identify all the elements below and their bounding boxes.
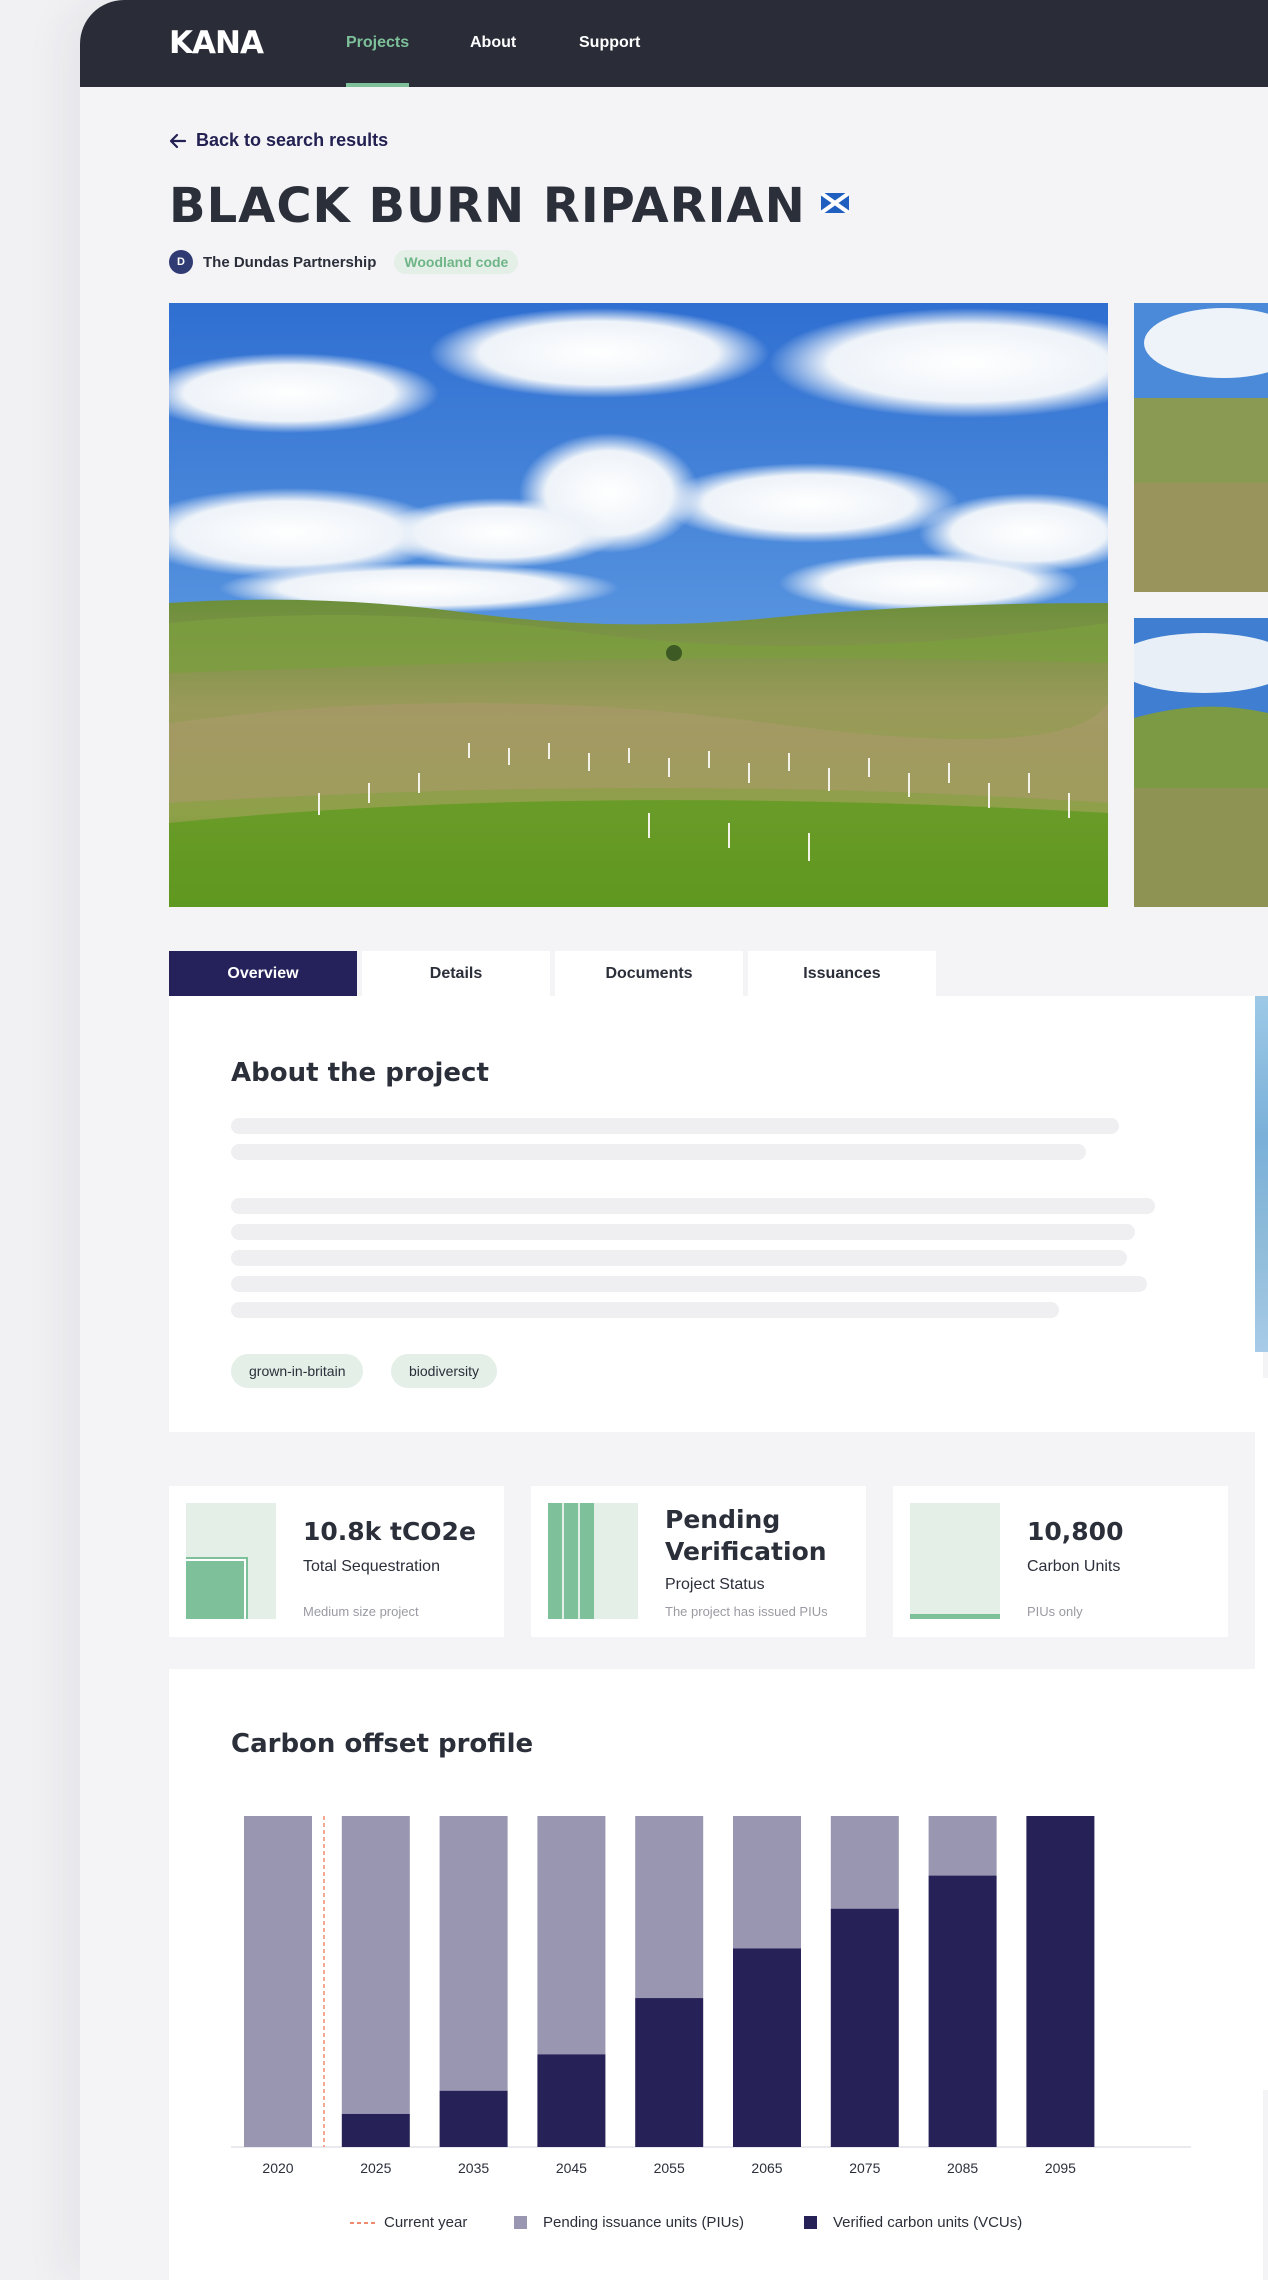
carbon-offset-chart: 2020 2025 2035 2045 2055 2065 2075 2085 2095 [231,1816,1191,2176]
bar-pending-2085[interactable] [928,1816,997,1876]
x-tick-label: 2095 [1045,2160,1076,2176]
project-title: BLACK BURN RIPARIAN [169,178,806,234]
developer-name[interactable]: The Dundas Partnership [203,254,376,271]
bar-verified-2025[interactable] [341,2113,410,2147]
legend-label: Current year [384,2214,468,2231]
units-graphic [910,1503,1000,1619]
text-placeholder [231,1276,1147,1292]
stat-value: 10.8k tCO2e [303,1517,476,1546]
x-tick-label: 2020 [262,2160,293,2176]
size-graphic [186,1503,276,1619]
bar-pending-2035[interactable] [439,1816,508,2091]
stat-card-units: 10,800 Carbon Units PIUs only [893,1486,1228,1637]
bar-verified-2055[interactable] [635,1998,704,2147]
legend-pending: Pending issuance units (PIUs) [514,2214,744,2231]
nav-support[interactable]: Support [579,0,640,87]
nav-active-indicator [346,83,410,87]
x-tick-label: 2045 [556,2160,587,2176]
tab-documents[interactable]: Documents [555,951,743,996]
tab-issuances[interactable]: Issuances [748,951,936,996]
x-tick-label: 2025 [360,2160,391,2176]
legend-label: Verified carbon units (VCUs) [833,2214,1023,2231]
dashed-line-icon [350,2221,376,2224]
x-tick-label: 2075 [849,2160,880,2176]
legend-verified: Verified carbon units (VCUs) [804,2214,1022,2231]
chart-title: Carbon offset profile [231,1729,534,1759]
tag-chip[interactable]: biodiversity [391,1354,498,1388]
location-map[interactable] [1255,996,1268,1352]
nav-projects-label: Projects [346,34,410,51]
stat-note: The project has issued PIUs [665,1604,828,1619]
nav-about[interactable]: About [470,0,516,87]
stat-card-sequestration: 10.8k tCO2e Total Sequestration Medium s… [169,1486,504,1637]
arrow-left-icon [169,133,187,148]
landscape-thumbnail-image [1134,618,1268,907]
tab-overview[interactable]: Overview [169,951,357,996]
nav-about-label: About [470,34,517,51]
stat-card-status: Pending Verification Project Status The … [531,1486,866,1637]
stat-label: Project Status [665,1576,765,1593]
tag-chip[interactable]: grown-in-britain [231,1354,364,1388]
project-main-photo[interactable] [169,303,1108,907]
x-tick-label: 2085 [947,2160,978,2176]
about-heading: About the project [231,1058,489,1088]
bar-pending-2020[interactable] [244,1816,312,2147]
developer-row: D The Dundas Partnership Woodland code [169,250,519,274]
status-graphic [548,1503,638,1619]
bar-verified-2065[interactable] [733,1948,801,2147]
text-placeholder [231,1118,1119,1134]
project-photo-thumbnail[interactable] [1134,303,1268,592]
stat-note: Medium size project [303,1604,419,1619]
landscape-thumbnail-image [1134,303,1268,592]
x-tick-label: 2055 [654,2160,685,2176]
legend-current-year: Current year [350,2214,467,2231]
bar-verified-2075[interactable] [830,1908,899,2147]
bar-pending-2045[interactable] [537,1816,606,2055]
stat-label: Carbon Units [1027,1558,1121,1575]
scotland-flag-icon [821,193,849,213]
legend-swatch [804,2216,817,2229]
developer-avatar: D [169,250,193,274]
stat-label: Total Sequestration [303,1558,440,1575]
top-navigation-bar: KANA Projects About Support [80,0,1268,87]
stat-note: PIUs only [1027,1604,1083,1619]
text-placeholder [231,1302,1059,1318]
project-photo-thumbnail[interactable] [1134,618,1268,907]
stat-value: 10,800 [1027,1517,1124,1546]
code-badge: Woodland code [394,250,519,274]
landscape-image [169,303,1108,907]
back-link-label: Back to search results [196,130,389,150]
bar-verified-2035[interactable] [439,2090,508,2147]
bar-pending-2055[interactable] [635,1816,704,1999]
text-placeholder [231,1250,1127,1266]
kana-logo[interactable]: KANA [169,27,264,59]
back-to-search-link[interactable]: Back to search results [168,130,388,151]
bar-pending-2065[interactable] [733,1816,801,1949]
legend-swatch [514,2216,527,2229]
bar-pending-2075[interactable] [830,1816,899,1909]
bar-verified-2085[interactable] [928,1875,997,2147]
carbon-offset-profile-card: Carbon offset profile 2020 2025 2035 2045 20… [169,1669,1263,2280]
text-placeholder [231,1224,1135,1240]
bar-verified-2045[interactable] [537,2054,606,2147]
x-tick-label: 2035 [458,2160,489,2176]
nav-projects[interactable]: Projects [346,0,410,87]
tab-details[interactable]: Details [362,951,550,996]
stat-value: Pending Verification [665,1505,827,1566]
text-placeholder [231,1144,1086,1160]
legend-label: Pending issuance units (PIUs) [543,2214,744,2231]
app-frame: KANA Projects About Support Back to sear… [80,0,1268,2280]
bar-pending-2025[interactable] [341,1816,410,2114]
x-tick-label: 2065 [751,2160,782,2176]
developer-initials: D [177,256,185,268]
bar-verified-2095[interactable] [1026,1816,1095,2147]
text-placeholder [231,1198,1155,1214]
nav-support-label: Support [579,34,641,51]
